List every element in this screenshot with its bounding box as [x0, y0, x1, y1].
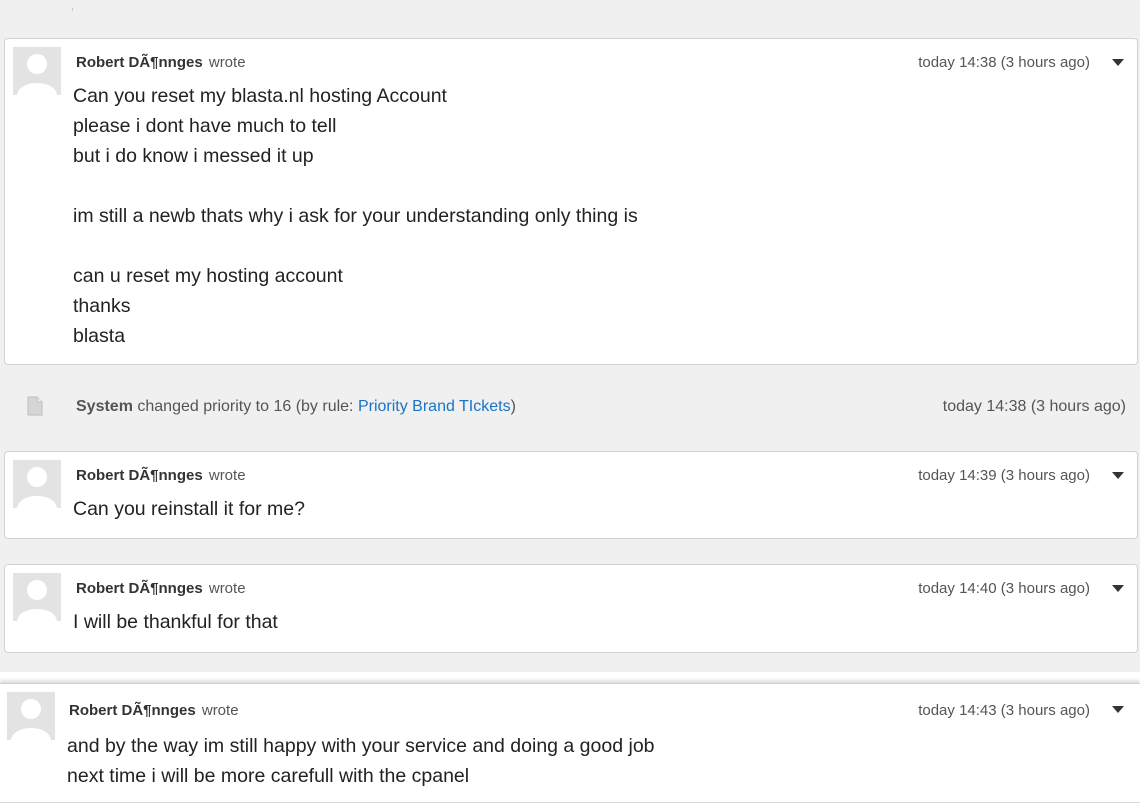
message-timestamp: today 14:40 (3 hours ago) [918, 580, 1090, 597]
avatar [13, 47, 61, 95]
message-body: Can you reinstall it for me? [73, 494, 305, 524]
message-line: Can you reinstall it for me? [73, 498, 305, 520]
message-verb: wrote [208, 467, 246, 484]
message-author[interactable]: Robert DÃ¶nnges [76, 54, 203, 71]
message-header: Robert DÃ¶nnges wrote [76, 580, 246, 598]
system-actor: System [76, 398, 133, 415]
message-timestamp: today 14:38 (3 hours ago) [918, 54, 1090, 71]
caret-down-icon[interactable] [1112, 585, 1124, 592]
message-card: Robert DÃ¶nnges wrote today 14:40 (3 hou… [4, 564, 1138, 653]
message-verb: wrote [208, 580, 246, 597]
message-header: Robert DÃ¶nnges wrote [69, 702, 239, 720]
message-body: I will be thankful for that [73, 607, 278, 637]
message-card: Robert DÃ¶nnges wrote today 14:38 (3 hou… [4, 38, 1138, 365]
message-line [73, 171, 638, 201]
message-author[interactable]: Robert DÃ¶nnges [76, 580, 203, 597]
thread-connector [72, 8, 73, 11]
system-event-close-paren: ) [510, 398, 516, 415]
message-line: blasta [73, 325, 126, 347]
message-header: Robert DÃ¶nnges wrote [76, 54, 246, 72]
caret-down-icon[interactable] [1112, 706, 1124, 713]
system-event-description: changed priority to 16 (by rule: [137, 398, 358, 415]
system-event-timestamp: today 14:38 (3 hours ago) [942, 398, 1126, 415]
message-line: Can you reset my blasta.nl hosting Accou… [73, 85, 447, 107]
message-header: Robert DÃ¶nnges wrote [76, 467, 246, 485]
message-author[interactable]: Robert DÃ¶nnges [69, 702, 196, 719]
message-card: Robert DÃ¶nnges wrote today 14:39 (3 hou… [4, 451, 1138, 539]
message-line: but i do know i messed it up [73, 145, 314, 167]
avatar [13, 573, 61, 621]
message-line: I will be thankful for that [73, 611, 278, 633]
message-author[interactable]: Robert DÃ¶nnges [76, 467, 203, 484]
default-user-avatar-icon [13, 460, 61, 508]
message-line: thanks [73, 295, 131, 317]
message-timestamp: today 14:43 (3 hours ago) [918, 702, 1090, 719]
message-verb: wrote [201, 702, 239, 719]
message-verb: wrote [208, 54, 246, 71]
message-line: next time i will be more carefull with t… [67, 765, 470, 787]
avatar [13, 460, 61, 508]
avatar [7, 692, 55, 740]
caret-down-icon[interactable] [1112, 59, 1124, 66]
document-icon [27, 396, 43, 416]
message-line: and by the way im still happy with your … [67, 735, 655, 757]
message-body: Can you reset my blasta.nl hosting Accou… [73, 81, 638, 351]
default-user-avatar-icon [7, 692, 55, 740]
message-line: can u reset my hosting account [73, 265, 343, 287]
system-event-text: System changed priority to 16 (by rule: … [76, 398, 516, 416]
message-timestamp: today 14:39 (3 hours ago) [918, 467, 1090, 484]
message-card: Robert DÃ¶nnges wrote today 14:43 (3 hou… [0, 683, 1140, 803]
ticket-thread: Robert DÃ¶nnges wrote today 14:38 (3 hou… [0, 0, 1140, 804]
message-body: and by the way im still happy with your … [67, 731, 655, 791]
caret-down-icon[interactable] [1112, 472, 1124, 479]
message-line: im still a newb thats why i ask for your… [73, 205, 638, 227]
system-event: System changed priority to 16 (by rule: … [0, 388, 1140, 426]
message-line: please i dont have much to tell [73, 115, 337, 137]
default-user-avatar-icon [13, 47, 61, 95]
default-user-avatar-icon [13, 573, 61, 621]
message-line [73, 231, 638, 261]
rule-link[interactable]: Priority Brand TIckets [358, 398, 511, 415]
